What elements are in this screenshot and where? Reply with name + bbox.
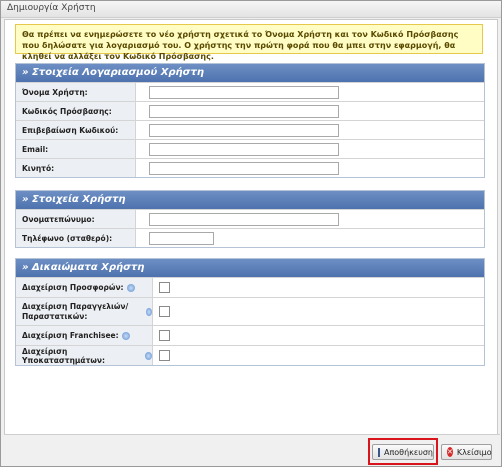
save-icon (378, 447, 385, 457)
password-label: Κωδικός Πρόσβασης: (16, 102, 136, 120)
fullname-input[interactable] (149, 212, 339, 226)
branches-rights-checkbox[interactable] (159, 350, 170, 361)
orders-rights-checkbox[interactable] (159, 306, 170, 317)
password-input[interactable] (149, 104, 339, 118)
rights-row: Διαχείριση Franchisee: (16, 325, 484, 345)
confirm-password-row: Επιβεβαίωση Κωδικού: (16, 120, 484, 139)
username-label: Όνομα Χρήστη: (16, 83, 136, 101)
offers-rights-label: Διαχείριση Προσφορών: (22, 283, 124, 292)
window-title: Δημιουργία Χρήστη (7, 3, 96, 13)
fullname-label: Ονοματεπώνυμο: (16, 210, 136, 228)
phone-row: Τηλέφωνο (σταθερό): (16, 228, 484, 247)
close-icon: ✕ (447, 447, 453, 457)
user-section-header: » Στοιχεία Χρήστη (16, 191, 484, 209)
help-icon[interactable] (144, 351, 152, 360)
close-button[interactable]: ✕ Κλείσιμο (441, 444, 492, 460)
user-section: » Στοιχεία Χρήστη Ονοματεπώνυμο: Τηλέφων… (15, 190, 485, 248)
email-label: Email: (16, 140, 136, 158)
username-row: Όνομα Χρήστη: (16, 82, 484, 101)
close-button-label: Κλείσιμο (456, 447, 492, 457)
fullname-row: Ονοματεπώνυμο: (16, 209, 484, 228)
help-icon[interactable] (146, 307, 152, 316)
orders-rights-label: Διαχείριση Παραγγελιών/ Παραστατικών: (22, 301, 129, 321)
password-row: Κωδικός Πρόσβασης: (16, 101, 484, 120)
help-icon[interactable] (121, 331, 130, 340)
email-row: Email: (16, 139, 484, 158)
rights-section: » Δικαιώματα Χρήστη Διαχείριση Προσφορών… (15, 258, 485, 366)
mobile-input[interactable] (149, 161, 339, 175)
save-button-label: Αποθήκευση (384, 447, 433, 457)
account-section: » Στοιχεία Λογαριασμού Χρήστη Όνομα Χρήσ… (15, 63, 485, 178)
account-section-header: » Στοιχεία Λογαριασμού Χρήστη (16, 64, 484, 82)
mobile-row: Κινητό: (16, 158, 484, 177)
franchisee-rights-checkbox[interactable] (159, 330, 170, 341)
dialog-window: Δημιουργία Χρήστη Θα πρέπει να ενημερώσε… (0, 0, 502, 467)
username-input[interactable] (149, 85, 339, 99)
footer-divider (4, 434, 500, 435)
rights-section-header: » Δικαιώματα Χρήστη (16, 259, 484, 277)
help-icon[interactable] (126, 283, 135, 292)
email-input[interactable] (149, 142, 339, 156)
franchisee-rights-label: Διαχείριση Franchisee: (22, 331, 119, 340)
phone-input[interactable] (149, 231, 214, 245)
title-bar[interactable]: Δημιουργία Χρήστη (1, 1, 501, 18)
branches-rights-label: Διαχείριση Υποκαταστημάτων: (22, 346, 105, 365)
mobile-label: Κινητό: (16, 159, 136, 177)
confirm-password-input[interactable] (149, 123, 339, 137)
offers-rights-checkbox[interactable] (159, 282, 170, 293)
phone-label: Τηλέφωνο (σταθερό): (16, 229, 136, 247)
rights-row: Διαχείριση Παραγγελιών/ Παραστατικών: (16, 297, 484, 325)
info-notice: Θα πρέπει να ενημερώσετε το νέο χρήστη σ… (15, 24, 483, 61)
confirm-password-label: Επιβεβαίωση Κωδικού: (16, 121, 136, 139)
dialog-content: Θα πρέπει να ενημερώσετε το νέο χρήστη σ… (4, 19, 498, 435)
rights-row: Διαχείριση Υποκαταστημάτων: (16, 345, 484, 365)
save-button[interactable]: Αποθήκευση (372, 444, 434, 460)
rights-row: Διαχείριση Προσφορών: (16, 277, 484, 297)
